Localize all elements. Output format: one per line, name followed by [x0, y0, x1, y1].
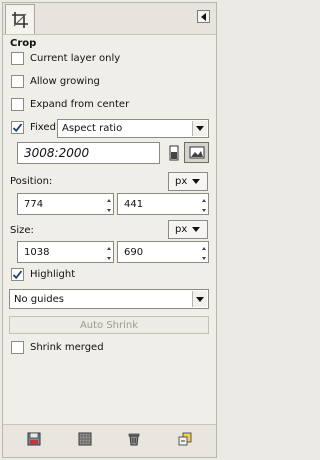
- allow-growing-label: Allow growing: [30, 76, 100, 87]
- delete-preset-button[interactable]: [125, 430, 143, 448]
- size-height-value: 690: [124, 246, 144, 258]
- tool-options-tab[interactable]: [5, 4, 35, 34]
- position-unit-value: px: [175, 176, 188, 187]
- allow-growing-checkbox[interactable]: [11, 75, 24, 88]
- portrait-icon: [169, 145, 179, 161]
- chevron-down-icon: [192, 179, 201, 184]
- fixed-checkbox[interactable]: [11, 121, 24, 134]
- reset-icon: [178, 432, 192, 446]
- fixed-mode-value: Aspect ratio: [62, 123, 123, 134]
- position-unit-select[interactable]: px: [168, 172, 208, 191]
- tab-menu-icon: [201, 12, 206, 21]
- aspect-ratio-input[interactable]: 3008:2000: [17, 142, 160, 164]
- restore-preset-button[interactable]: [76, 430, 94, 448]
- position-x-spinner[interactable]: [105, 195, 112, 215]
- current-layer-only-label: Current layer only: [30, 53, 121, 64]
- checkmark-icon: [12, 123, 23, 133]
- size-label: Size:: [10, 225, 34, 236]
- expand-from-center-checkbox[interactable]: [11, 98, 24, 111]
- save-preset-icon: [27, 432, 41, 446]
- delete-icon: [128, 433, 140, 446]
- checkmark-icon: [12, 270, 23, 280]
- guides-select[interactable]: No guides: [9, 289, 209, 309]
- size-width-value: 1038: [24, 246, 50, 258]
- size-unit-select[interactable]: px: [168, 220, 208, 239]
- fixed-mode-select[interactable]: Aspect ratio: [57, 119, 209, 138]
- panel-title: Crop: [10, 38, 37, 49]
- position-y-value: 441: [124, 198, 144, 210]
- guides-value: No guides: [14, 294, 64, 305]
- crop-tool-icon: [12, 11, 28, 28]
- position-x-input[interactable]: 774: [17, 193, 114, 215]
- landscape-icon: [189, 146, 205, 159]
- expand-from-center-label: Expand from center: [30, 99, 130, 110]
- fixed-mode-dropdown-button[interactable]: [192, 121, 207, 136]
- size-width-spinner[interactable]: [105, 243, 112, 263]
- tab-menu-button[interactable]: [197, 10, 210, 23]
- shrink-merged-checkbox[interactable]: [11, 341, 24, 354]
- size-height-spinner[interactable]: [200, 243, 207, 263]
- highlight-checkbox[interactable]: [11, 268, 24, 281]
- portrait-button[interactable]: [165, 144, 183, 162]
- size-height-input[interactable]: 690: [117, 241, 209, 263]
- chevron-down-icon: [196, 296, 204, 302]
- guides-dropdown-button[interactable]: [192, 291, 207, 307]
- chevron-down-icon: [192, 227, 201, 232]
- shrink-merged-label: Shrink merged: [30, 342, 104, 353]
- highlight-label: Highlight: [30, 269, 76, 280]
- restore-preset-icon: [78, 432, 92, 446]
- fixed-label: Fixed:: [30, 122, 60, 133]
- position-y-spinner[interactable]: [200, 195, 207, 215]
- position-y-input[interactable]: 441: [117, 193, 209, 215]
- save-preset-button[interactable]: [25, 430, 43, 448]
- position-x-value: 774: [24, 198, 44, 210]
- auto-shrink-button[interactable]: Auto Shrink: [9, 316, 209, 334]
- landscape-button[interactable]: [184, 142, 209, 163]
- chevron-down-icon: [196, 126, 204, 131]
- size-unit-value: px: [175, 224, 188, 235]
- reset-options-button[interactable]: [176, 430, 194, 448]
- position-label: Position:: [10, 176, 53, 187]
- size-width-input[interactable]: 1038: [17, 241, 114, 263]
- current-layer-only-checkbox[interactable]: [11, 52, 24, 65]
